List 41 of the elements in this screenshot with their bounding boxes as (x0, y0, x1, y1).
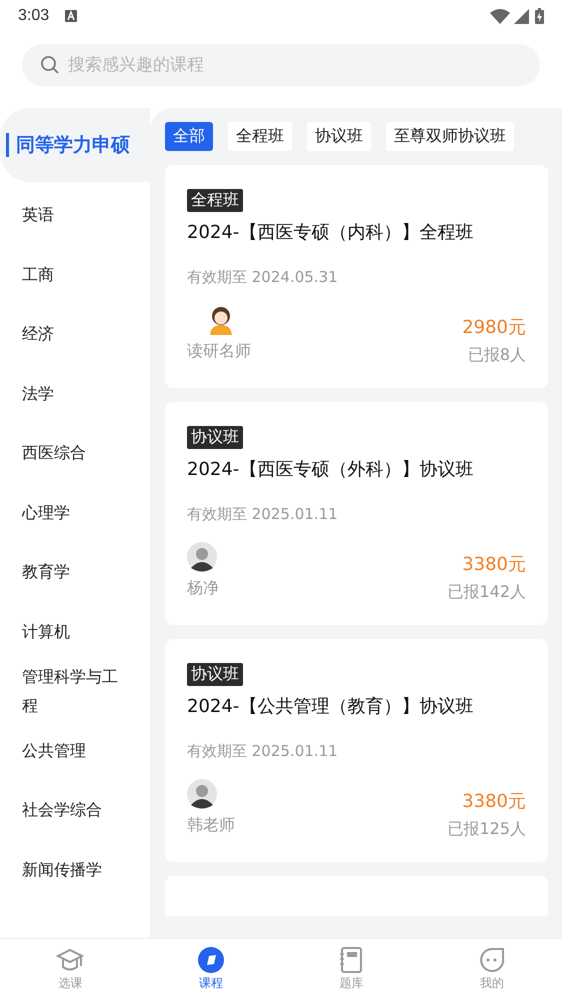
notification-icon (65, 10, 78, 22)
course-type-tag: 全程班 (187, 189, 243, 212)
validity-date: 有效期至 2024.05.31 (187, 268, 339, 287)
graduation-cap-icon (56, 947, 84, 973)
search-field[interactable]: 搜索感兴趣的课程 (22, 44, 540, 86)
battery-icon (535, 8, 544, 24)
filter-tab[interactable]: 全部 (165, 122, 213, 151)
filter-tab[interactable]: 全程班 (228, 122, 292, 151)
nav-tab[interactable]: 课程 (140, 939, 281, 1000)
avatar-silhouette-icon (187, 779, 217, 809)
signal-icon (514, 8, 529, 24)
course-title: 2024-【西医专硕（外科）】协议班 (187, 458, 474, 481)
filter-tab[interactable]: 至尊双师协议班 (386, 122, 514, 151)
course-price: 3380元 (462, 553, 526, 576)
search-icon (40, 55, 60, 75)
validity-date: 有效期至 2025.01.11 (187, 505, 339, 524)
course-type-tag: 协议班 (187, 426, 243, 449)
filter-tab[interactable]: 协议班 (307, 122, 371, 151)
course-type-tag: 协议班 (187, 663, 243, 686)
enrolled-count: 已报125人 (447, 819, 526, 840)
teacher-name: 读研名师 (187, 341, 251, 362)
teacher-avatar-icon (207, 305, 235, 335)
teacher-name: 韩老师 (187, 815, 235, 836)
course-icon (198, 947, 224, 973)
course-card[interactable]: 协议班 2024-【西医专硕（外科）】协议班 有效期至 2025.01.11 杨净 3380元 已报142人 (165, 402, 548, 625)
course-price: 2980元 (462, 316, 526, 339)
status-time: 3:03 (18, 7, 50, 25)
smiley-face-icon (478, 947, 505, 973)
avatar-silhouette-icon (187, 542, 217, 572)
sidebar-item[interactable]: 同等学力申硕 (0, 108, 150, 182)
wifi-icon (490, 8, 510, 24)
course-card[interactable]: 全程班 2024-【西医专硕（内科）】全程班 有效期至 2024.05.31 读研名师 2980元 已报8人 (165, 165, 548, 388)
teacher-name: 杨净 (187, 578, 219, 599)
enrolled-count: 已报142人 (447, 582, 526, 603)
course-title: 2024-【西医专硕（内科）】全程班 (187, 221, 474, 244)
course-card[interactable]: 协议班 2024-【公共管理（教育）】协议班 有效期至 2025.01.11 韩老师 3380元 已报125人 (165, 639, 548, 862)
course-title: 2024-【公共管理（教育）】协议班 (187, 695, 474, 718)
course-price: 3380元 (462, 790, 526, 813)
validity-date: 有效期至 2025.01.11 (187, 742, 339, 761)
enrolled-count: 已报8人 (468, 345, 526, 366)
notebook-icon (339, 947, 364, 973)
